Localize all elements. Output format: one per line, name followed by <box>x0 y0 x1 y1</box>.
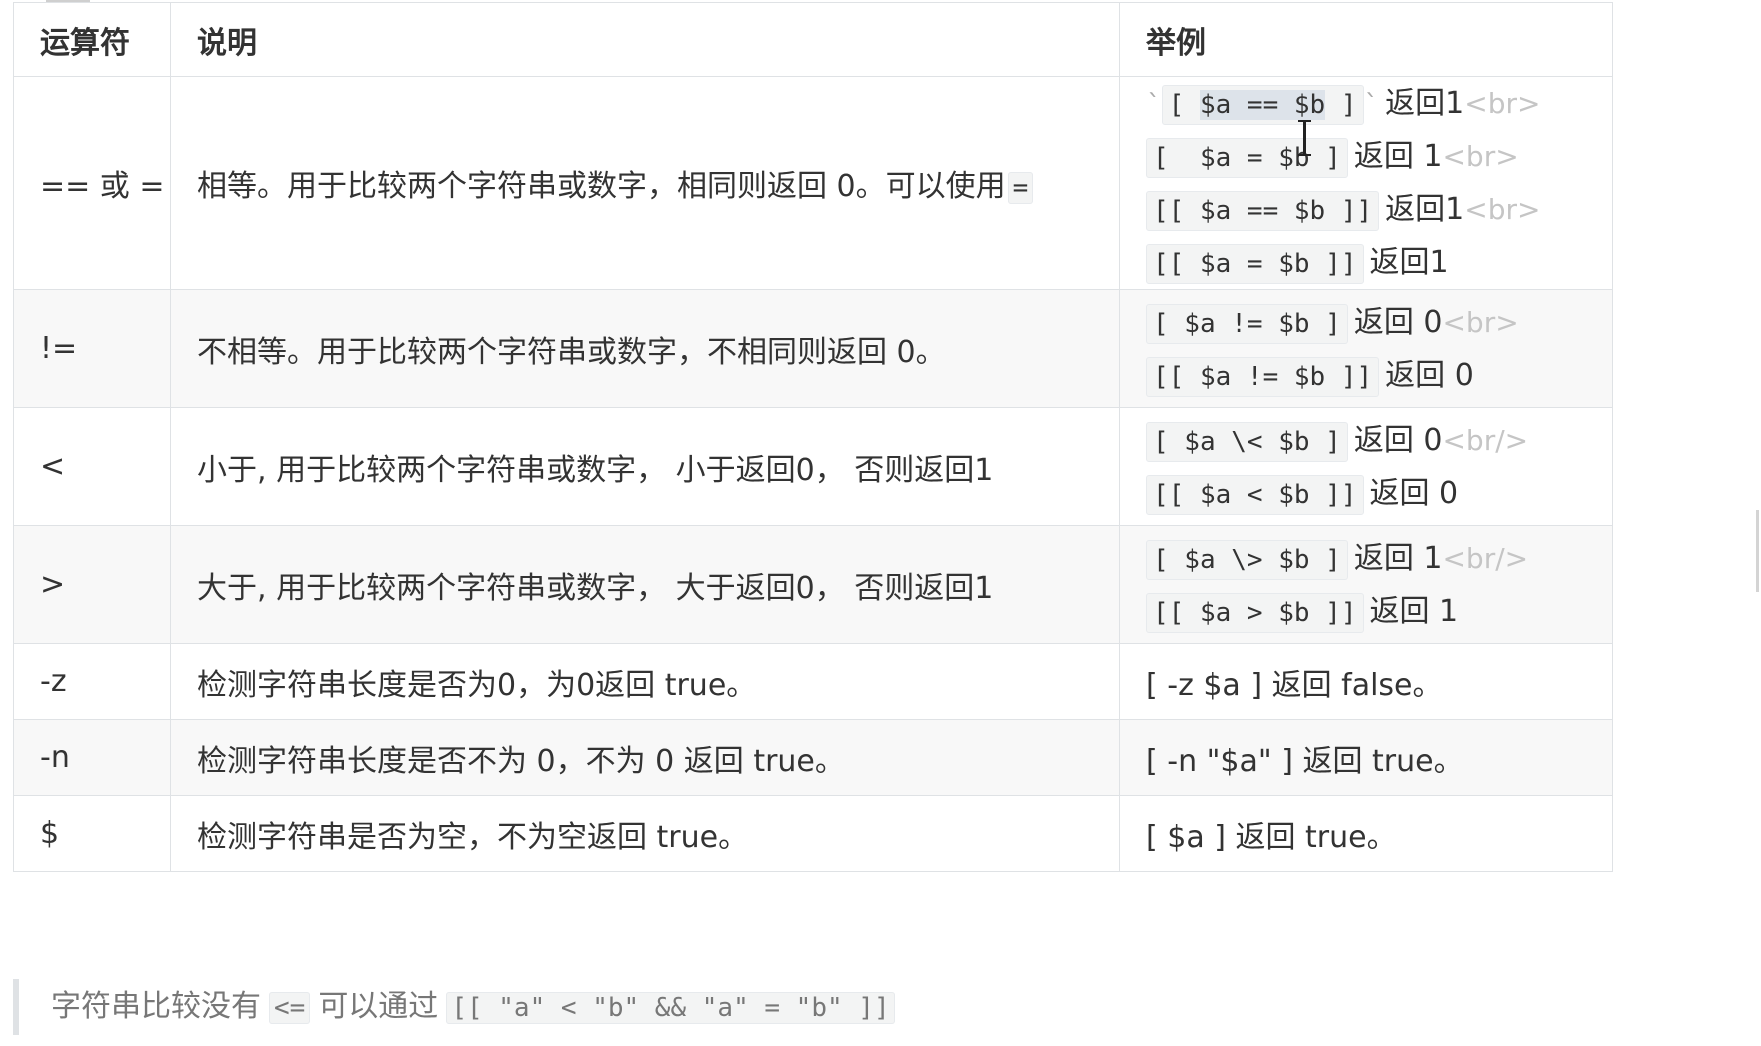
example-line: [ $a \< $b ] 返回 0<br/> <box>1146 414 1612 467</box>
code-part: [ <box>1168 90 1200 120</box>
note-blockquote: 字符串比较没有 <= 可以通过[[ "a" < "b" && "a" = "b" ]… <box>13 979 903 1035</box>
description-cell: 检测字符串是否为空，不为空返回 true。 <box>170 795 1120 872</box>
header-example: 举例 <box>1119 2 1613 77</box>
operator-cell: == 或 = <box>13 76 171 290</box>
table-row: -n 检测字符串长度是否不为 0，不为 0 返回 true。 [ -n "$a"… <box>13 719 1613 796</box>
table-row: > 大于, 用于比较两个字符串或数字， 大于返回0， 否则返回1 [ $a \>… <box>13 525 1613 644</box>
example-line: [[ $a == $b ]] 返回1<br> <box>1146 183 1612 236</box>
description-cell: 不相等。用于比较两个字符串或数字，不相同则返回 0。 <box>170 289 1120 408</box>
operator-cell: != <box>13 289 171 408</box>
example-code[interactable]: [ $a == $b ] <box>1161 85 1364 125</box>
text-cursor-icon <box>1298 120 1311 156</box>
table-body: == 或 = 相等。用于比较两个字符串或数字，相同则返回 0。可以使用 = `[ … <box>13 76 1613 872</box>
table-header-row: 运算符 说明 举例 <box>13 2 1613 77</box>
example-result: 返回1 <box>1369 245 1449 280</box>
inline-code: <= <box>269 992 311 1024</box>
table-header: 运算符 说明 举例 <box>13 2 1613 77</box>
br-tag: <br/> <box>1442 423 1529 457</box>
selected-code: $a == $b <box>1199 90 1326 120</box>
example-cell: [ $a != $b ] 返回 0<br> [[ $a != $b ]] 返回 0 <box>1119 289 1613 408</box>
example-result: 返回 0 <box>1369 475 1459 511</box>
example-result: 返回 0 <box>1385 357 1474 393</box>
table-row: < 小于, 用于比较两个字符串或数字， 小于返回0， 否则返回1 [ $a \<… <box>13 407 1613 526</box>
br-tag: <br/> <box>1442 541 1529 575</box>
scrollbar-thumb[interactable] <box>1756 510 1759 592</box>
operator-cell: > <box>13 525 171 644</box>
example-code[interactable]: [[ $a == $b ]] <box>1146 191 1380 231</box>
example-code[interactable]: [[ $a < $b ]] <box>1146 474 1364 515</box>
br-tag: <br> <box>1464 193 1541 226</box>
note-text: 可以通过 <box>318 989 439 1024</box>
operator-cell: < <box>13 407 171 526</box>
note-text: 字符串比较没有 <box>51 989 261 1024</box>
inline-code: = <box>1007 172 1034 204</box>
br-tag: <br> <box>1442 305 1519 339</box>
code-part: ] <box>1325 90 1357 120</box>
example-code[interactable]: [ $a \< $b ] <box>1146 421 1348 462</box>
example-code[interactable]: [ $a \> $b ] <box>1146 539 1348 580</box>
description-cell: 检测字符串长度是否为0，为0返回 true。 <box>170 643 1120 720</box>
description-cell: 小于, 用于比较两个字符串或数字， 小于返回0， 否则返回1 <box>170 407 1120 526</box>
example-result: 返回 0 <box>1353 422 1443 458</box>
table-row: != 不相等。用于比较两个字符串或数字，不相同则返回 0。 [ $a != $b… <box>13 289 1613 408</box>
table-row: -z 检测字符串长度是否为0，为0返回 true。 [ -z $a ] 返回 f… <box>13 643 1613 720</box>
operator-cell: $ <box>13 795 171 872</box>
example-result: 返回 1 <box>1353 139 1443 174</box>
operator-cell: -n <box>13 719 171 796</box>
example-cell: `[ $a == $b ] ` 返回1<br> [ $a = $b ] 返回 1<br… <box>1119 76 1613 290</box>
example-code[interactable]: [[ $a > $b ]] <box>1146 592 1364 633</box>
inline-code: [[ "a" < "b" && "a" = "b" ]] <box>446 992 895 1024</box>
br-tag: <br> <box>1442 140 1519 173</box>
backtick: ` <box>1363 90 1380 120</box>
example-result: 返回1 <box>1385 192 1465 227</box>
backtick: ` <box>1146 90 1162 120</box>
description-cell: 大于, 用于比较两个字符串或数字， 大于返回0， 否则返回1 <box>170 525 1120 644</box>
example-line: [[ $a = $b ]] 返回1 <box>1146 236 1612 289</box>
example-result: 返回1 <box>1385 86 1465 121</box>
example-code[interactable]: [[ $a = $b ]] <box>1146 244 1364 284</box>
table-row: == 或 = 相等。用于比较两个字符串或数字，相同则返回 0。可以使用 = `[ … <box>13 76 1613 290</box>
description-cell: 相等。用于比较两个字符串或数字，相同则返回 0。可以使用 = <box>170 76 1120 290</box>
example-line: [ $a = $b ] 返回 1<br> <box>1146 130 1612 183</box>
br-tag: <br> <box>1464 87 1541 120</box>
example-code[interactable]: [[ $a != $b ]] <box>1146 356 1380 397</box>
example-line: [[ $a > $b ]] 返回 1 <box>1146 585 1612 638</box>
description-cell: 检测字符串长度是否不为 0，不为 0 返回 true。 <box>170 719 1120 796</box>
example-result: 返回 0 <box>1353 304 1443 340</box>
example-line: [ $a \> $b ] 返回 1<br/> <box>1146 532 1612 585</box>
example-line: [[ $a != $b ]] 返回 0 <box>1146 349 1612 402</box>
example-cell: [ $a ] 返回 true。 <box>1119 795 1613 872</box>
example-result: 返回 1 <box>1369 593 1459 629</box>
header-description: 说明 <box>170 2 1120 77</box>
example-code[interactable]: [ $a = $b ] <box>1146 138 1348 178</box>
example-line: [ $a != $b ] 返回 0<br> <box>1146 296 1612 349</box>
example-line: `[ $a == $b ] ` 返回1<br> <box>1146 78 1612 131</box>
example-result: 返回 1 <box>1353 540 1443 576</box>
example-cell: [ -z $a ] 返回 false。 <box>1119 643 1613 720</box>
table-row: $ 检测字符串是否为空，不为空返回 true。 [ $a ] 返回 true。 <box>13 795 1613 872</box>
operator-cell: -z <box>13 643 171 720</box>
example-cell: [ $a \< $b ] 返回 0<br/> [[ $a < $b ]] 返回 0 <box>1119 407 1613 526</box>
example-cell: [ -n "$a" ] 返回 true。 <box>1119 719 1613 796</box>
example-line: [[ $a < $b ]] 返回 0 <box>1146 467 1612 520</box>
example-cell: [ $a \> $b ] 返回 1<br/> [[ $a > $b ]] 返回 1 <box>1119 525 1613 644</box>
header-operator: 运算符 <box>13 2 171 77</box>
example-code[interactable]: [ $a != $b ] <box>1146 303 1348 344</box>
description-text: 相等。用于比较两个字符串或数字，相同则返回 0。可以使用 <box>197 169 1006 204</box>
string-operator-table: 运算符 说明 举例 == 或 = 相等。用于比较两个字符串或数字，相同则返回 0… <box>13 2 1613 872</box>
